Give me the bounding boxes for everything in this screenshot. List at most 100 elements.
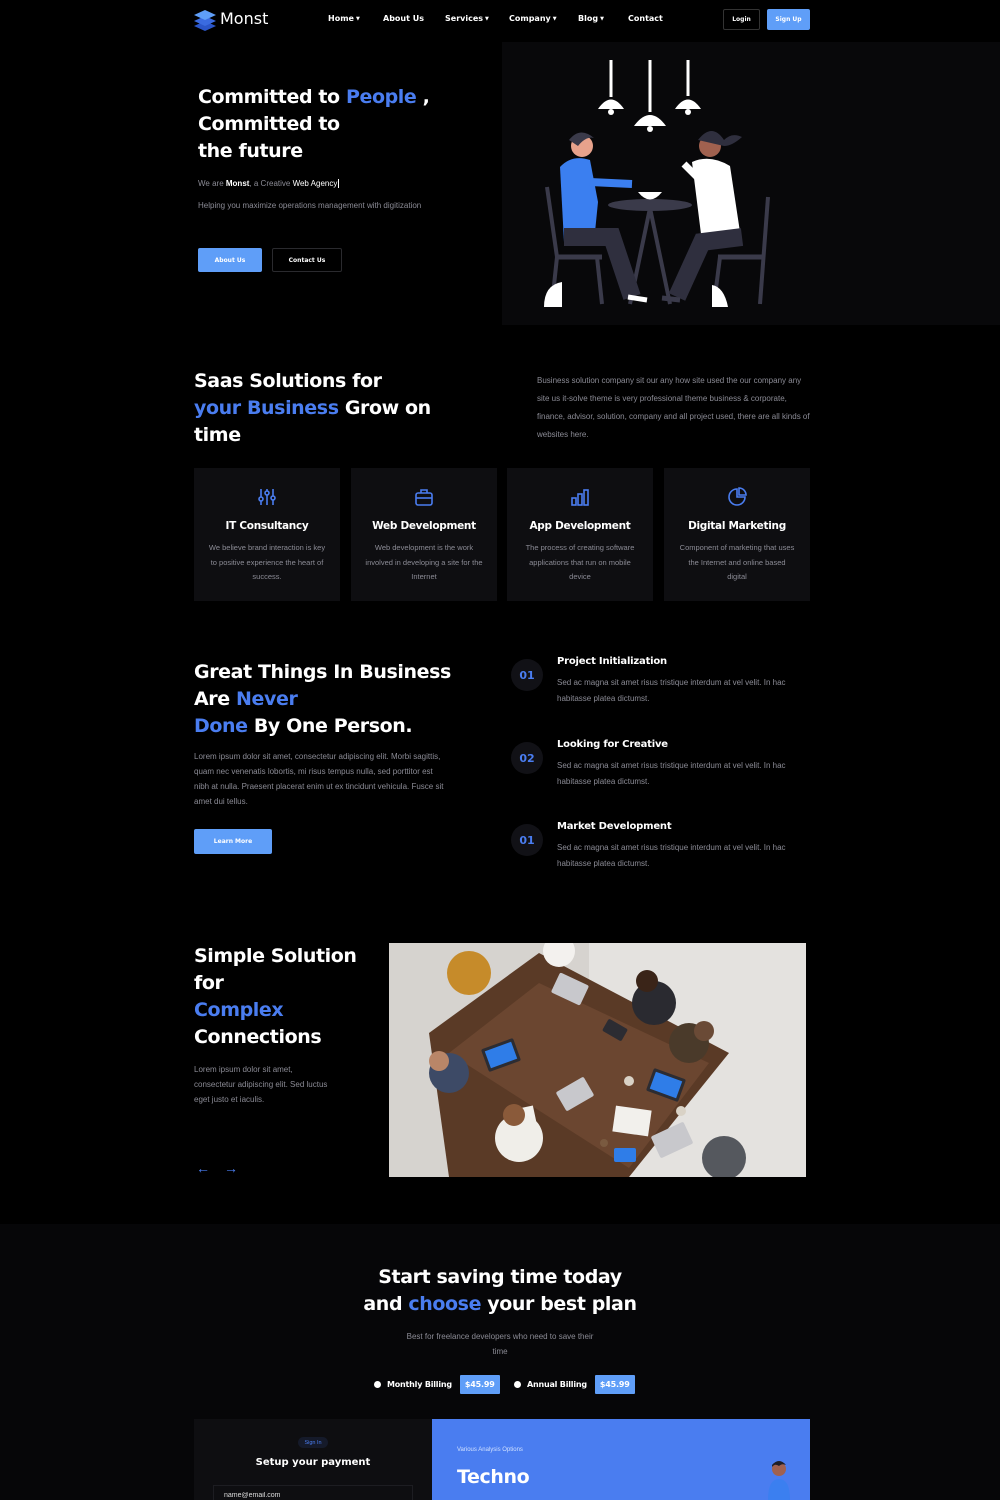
logo-text[interactable]: Monst <box>220 9 268 28</box>
simple-title-part: Connections <box>194 1026 322 1048</box>
card-title: Digital Marketing <box>688 520 786 532</box>
bar-chart-icon <box>571 489 589 506</box>
chevron-down-icon: ▼ <box>485 15 489 22</box>
arrow-left-icon[interactable]: ← <box>196 1160 210 1176</box>
step-item: 02 Looking for Creative Sed ac magna sit… <box>511 739 811 812</box>
pricing-title-part: your best plan <box>481 1293 637 1315</box>
radio-icon[interactable] <box>374 1380 381 1388</box>
hero-title-highlight: People <box>345 86 417 108</box>
card-description: Component of marketing that uses the Int… <box>679 543 795 581</box>
pricing-title: Start saving time today and choose your … <box>300 1264 700 1318</box>
nav-about-label: About Us <box>383 14 424 23</box>
hero-illustration <box>502 42 1000 325</box>
nav-company-label: Company <box>509 14 551 23</box>
radio-icon[interactable] <box>514 1380 521 1388</box>
signin-tag[interactable]: Sign In <box>298 1437 328 1448</box>
hero-brand: Monst <box>225 179 250 188</box>
hero-subtitle: We are Monst, a Creative Web Agency <box>198 179 340 188</box>
service-card-digital-marketing[interactable]: Digital Marketing Component of marketing… <box>664 468 810 601</box>
logo-icon <box>194 10 216 31</box>
chevron-down-icon: ▼ <box>600 15 604 22</box>
learn-more-button[interactable]: Learn More <box>194 829 272 854</box>
email-field[interactable] <box>213 1485 413 1500</box>
nav-services-label: Services <box>445 14 484 23</box>
monthly-billing-option[interactable]: Monthly Billing $45.99 <box>374 1374 500 1394</box>
card-title: App Development <box>529 520 631 532</box>
plan-title: Techno <box>457 1466 530 1488</box>
login-button[interactable]: Login <box>723 9 760 30</box>
plan-subtitle: Various Analysis Options <box>457 1447 523 1453</box>
card-description: The process of creating software applica… <box>525 543 635 581</box>
chevron-down-icon: ▼ <box>552 15 557 22</box>
simple-title-highlight: Complex <box>194 999 284 1021</box>
nav-services[interactable]: Services ▼ <box>445 14 489 23</box>
hero-title-part: Committed to the future <box>198 113 340 162</box>
service-card-it-consultancy[interactable]: IT Consultancy We believe brand interact… <box>194 468 340 601</box>
nav-home-label: Home <box>328 14 354 23</box>
team-meeting-photo <box>389 943 806 1177</box>
card-description: We believe brand interaction is key to p… <box>208 543 326 581</box>
simple-solution-title: Simple Solution for Complex Connections <box>194 943 374 1051</box>
service-card-web-development[interactable]: Web Development Web development is the w… <box>351 468 497 601</box>
arrow-right-icon[interactable]: → <box>224 1160 238 1176</box>
great-title-highlight: Done <box>194 715 248 737</box>
saas-section-title: Saas Solutions for your Business Grow on… <box>194 368 454 449</box>
pricing-title-part: and <box>363 1293 409 1315</box>
great-things-title: Great Things In Business Are Never Done … <box>194 659 454 740</box>
person-illustration <box>768 1461 790 1500</box>
nav-contact-label: Contact <box>628 14 663 23</box>
simple-title-part: Simple Solution for <box>194 945 357 994</box>
saas-description: Business solution company sit our any ho… <box>537 376 810 439</box>
card-title: Web Development <box>372 520 476 532</box>
contact-us-button[interactable]: Contact Us <box>272 248 342 272</box>
step-description: Sed ac magna sit amet risus tristique in… <box>557 761 786 786</box>
step-item: 01 Project Initialization Sed ac magna s… <box>511 656 811 729</box>
nav-blog-label: Blog <box>578 14 599 23</box>
billing-label: Annual Billing <box>527 1379 587 1389</box>
hero-description: Helping you maximize operations manageme… <box>198 201 422 210</box>
saas-title-part: Saas Solutions for <box>194 370 382 392</box>
price-badge: $45.99 <box>594 1374 635 1394</box>
hero-sub-part: We are <box>198 179 226 188</box>
step-item: 01 Market Development Sed ac magna sit a… <box>511 821 811 894</box>
step-title: Looking for Creative <box>557 739 668 750</box>
nav-about[interactable]: About Us <box>383 14 424 23</box>
billing-label: Monthly Billing <box>387 1379 452 1389</box>
payment-title: Setup your payment <box>255 1457 371 1468</box>
nav-contact[interactable]: Contact <box>628 14 663 23</box>
step-number: 01 <box>511 659 543 691</box>
saas-title-highlight: your Business <box>194 397 339 419</box>
hero-sub-part: , a Creative <box>249 179 293 188</box>
annual-billing-option[interactable]: Annual Billing $45.99 <box>514 1374 635 1394</box>
hero-title-part: Committed to <box>198 86 346 108</box>
great-title-highlight: Never <box>235 688 298 710</box>
pricing-description: Best for freelance developers who need t… <box>406 1332 594 1356</box>
great-title-part: Great Things In Business Are <box>194 661 451 710</box>
step-title: Project Initialization <box>557 656 667 667</box>
signup-button[interactable]: Sign Up <box>767 9 810 30</box>
step-description: Sed ac magna sit amet risus tristique in… <box>557 843 786 868</box>
chevron-down-icon: ▼ <box>355 15 360 22</box>
pricing-title-part: Start saving time today <box>378 1266 622 1288</box>
briefcase-icon <box>415 489 433 506</box>
service-card-app-development[interactable]: App Development The process of creating … <box>507 468 653 601</box>
hero-typed-text: Web Agency <box>292 179 340 188</box>
price-badge: $45.99 <box>459 1374 500 1394</box>
hero-title-part: , <box>416 86 430 108</box>
about-us-button[interactable]: About Us <box>198 248 262 272</box>
great-title-part: By One Person. <box>247 715 413 737</box>
step-description: Sed ac magna sit amet risus tristique in… <box>557 678 786 703</box>
card-title: IT Consultancy <box>225 520 309 532</box>
nav-blog[interactable]: Blog ▼ <box>578 14 604 23</box>
step-title: Market Development <box>557 821 672 832</box>
nav-company[interactable]: Company ▼ <box>509 14 557 23</box>
simple-solution-description: Lorem ipsum dolor sit amet, consectetur … <box>194 1065 328 1104</box>
step-number: 01 <box>511 824 543 856</box>
step-number: 02 <box>511 742 543 774</box>
pie-chart-icon <box>728 487 747 506</box>
sliders-icon <box>258 489 276 505</box>
great-things-description: Lorem ipsum dolor sit amet, consectetur … <box>194 752 444 806</box>
pricing-title-highlight: choose <box>408 1293 482 1315</box>
card-description: Web development is the work involved in … <box>365 543 483 581</box>
nav-home[interactable]: Home ▼ <box>328 14 360 23</box>
